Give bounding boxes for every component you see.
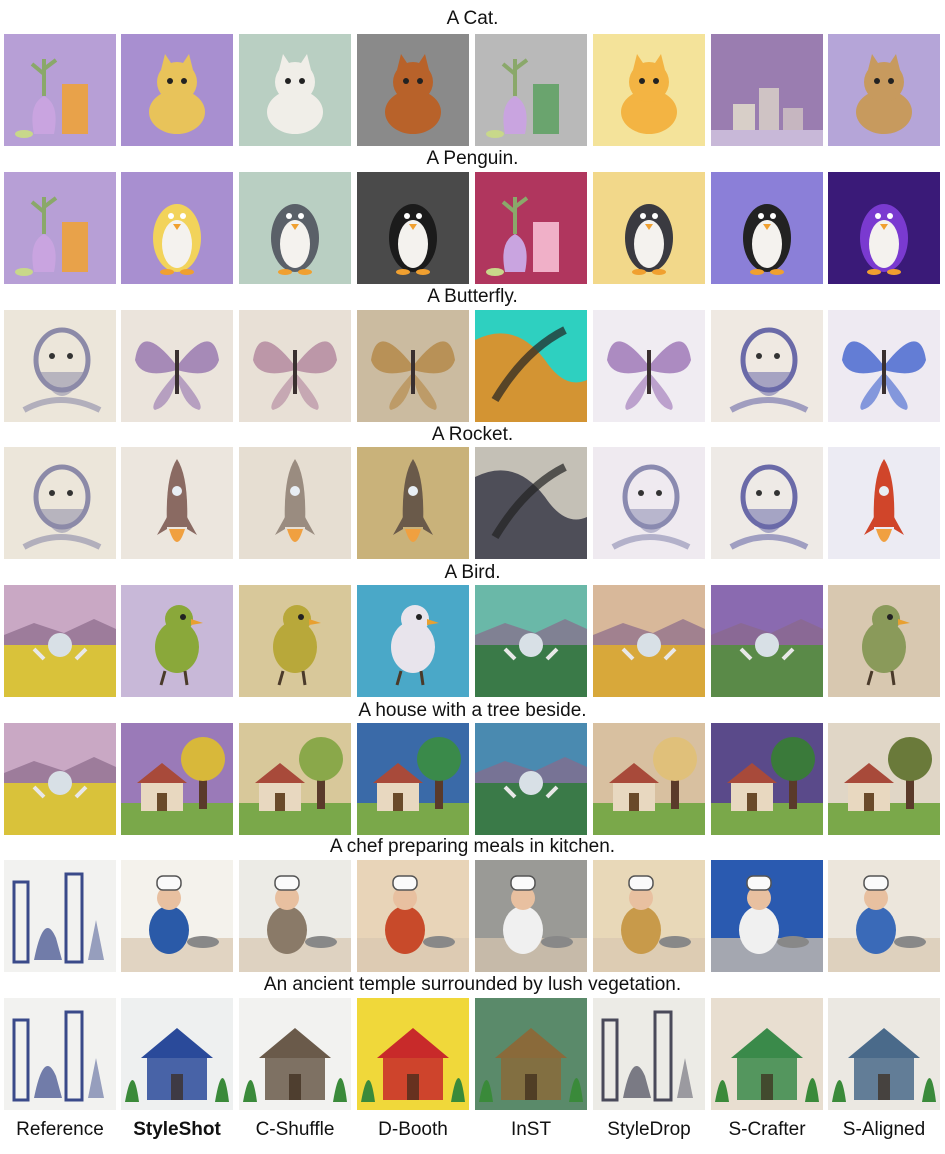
image-tile-butterfly xyxy=(239,310,351,422)
method-label: C-Shuffle xyxy=(255,1119,335,1140)
image-tile-landscape xyxy=(4,585,116,697)
image-tile-penguin xyxy=(357,172,469,284)
image-tile-penguin xyxy=(121,172,233,284)
row-caption: A house with a tree beside. xyxy=(358,700,587,721)
image-tile-butterfly xyxy=(593,310,705,422)
image-tile-vase xyxy=(475,172,587,284)
row-caption: A Penguin. xyxy=(426,148,519,169)
image-row xyxy=(0,447,945,559)
image-tile-house xyxy=(711,723,823,835)
image-tile-temple xyxy=(711,998,823,1110)
image-row xyxy=(0,585,945,697)
image-tile-house xyxy=(121,723,233,835)
image-tile-house xyxy=(357,723,469,835)
image-tile-cat xyxy=(593,34,705,146)
image-tile-temple xyxy=(357,998,469,1110)
image-tile-vase xyxy=(4,172,116,284)
method-label: D-Booth xyxy=(378,1119,448,1140)
row-caption: A Rocket. xyxy=(431,424,514,445)
image-tile-landscape xyxy=(593,585,705,697)
image-tile-cat xyxy=(828,34,940,146)
row-caption: An ancient temple surrounded by lush veg… xyxy=(263,974,682,995)
image-tile-vase xyxy=(475,34,587,146)
image-tile-face xyxy=(593,447,705,559)
image-tile-face xyxy=(4,447,116,559)
image-tile-face xyxy=(711,310,823,422)
image-tile-landscape xyxy=(711,585,823,697)
image-tile-city xyxy=(4,998,116,1110)
image-tile-cat xyxy=(357,34,469,146)
image-tile-chef xyxy=(121,860,233,972)
method-label: S-Crafter xyxy=(728,1119,806,1140)
comparison-figure: A Cat. A Penguin. A Butterfly. A Rocket.… xyxy=(0,0,945,1154)
method-label: InST xyxy=(510,1119,552,1140)
image-tile-face xyxy=(711,447,823,559)
image-tile-rocket xyxy=(239,447,351,559)
image-row xyxy=(0,34,945,146)
image-tile-bird xyxy=(239,585,351,697)
image-tile-house xyxy=(239,723,351,835)
image-tile-temple xyxy=(828,998,940,1110)
method-label: Reference xyxy=(16,1119,104,1140)
image-tile-temple xyxy=(121,998,233,1110)
image-tile-cat xyxy=(239,34,351,146)
image-tile-chef xyxy=(475,860,587,972)
image-tile-city xyxy=(4,860,116,972)
image-tile-vase xyxy=(4,34,116,146)
image-row xyxy=(0,860,945,972)
image-tile-abstract xyxy=(475,310,587,422)
image-tile-chef xyxy=(593,860,705,972)
image-tile-house xyxy=(593,723,705,835)
image-tile-city xyxy=(593,998,705,1110)
image-tile-penguin xyxy=(828,172,940,284)
row-caption: A Cat. xyxy=(446,8,499,29)
image-tile-chef xyxy=(711,860,823,972)
image-tile-rocket xyxy=(357,447,469,559)
image-tile-chef xyxy=(357,860,469,972)
image-tile-blocks xyxy=(711,34,823,146)
method-label: StyleShot xyxy=(133,1119,221,1140)
image-tile-face xyxy=(4,310,116,422)
image-tile-landscape xyxy=(475,585,587,697)
image-tile-house xyxy=(828,723,940,835)
image-tile-penguin xyxy=(711,172,823,284)
method-label: S-Aligned xyxy=(842,1119,926,1140)
image-tile-abstract xyxy=(475,447,587,559)
image-tile-butterfly xyxy=(357,310,469,422)
image-tile-butterfly xyxy=(828,310,940,422)
image-tile-cat xyxy=(121,34,233,146)
image-row xyxy=(0,998,945,1110)
image-tile-bird xyxy=(828,585,940,697)
image-tile-bird xyxy=(121,585,233,697)
image-tile-butterfly xyxy=(121,310,233,422)
row-caption: A Bird. xyxy=(444,562,501,583)
image-tile-chef xyxy=(828,860,940,972)
image-tile-rocket xyxy=(828,447,940,559)
row-caption: A chef preparing meals in kitchen. xyxy=(329,836,616,857)
image-tile-landscape xyxy=(4,723,116,835)
image-row xyxy=(0,310,945,422)
image-tile-landscape xyxy=(475,723,587,835)
image-tile-temple xyxy=(475,998,587,1110)
image-tile-rocket xyxy=(121,447,233,559)
method-label: StyleDrop xyxy=(607,1119,691,1140)
image-row xyxy=(0,723,945,835)
image-tile-temple xyxy=(239,998,351,1110)
image-row xyxy=(0,172,945,284)
image-tile-chef xyxy=(239,860,351,972)
image-tile-penguin xyxy=(593,172,705,284)
method-labels: Reference StyleShot C-Shuffle D-Booth InST St… xyxy=(0,1118,945,1144)
image-tile-penguin xyxy=(239,172,351,284)
row-caption: A Butterfly. xyxy=(427,286,518,307)
image-tile-bird xyxy=(357,585,469,697)
